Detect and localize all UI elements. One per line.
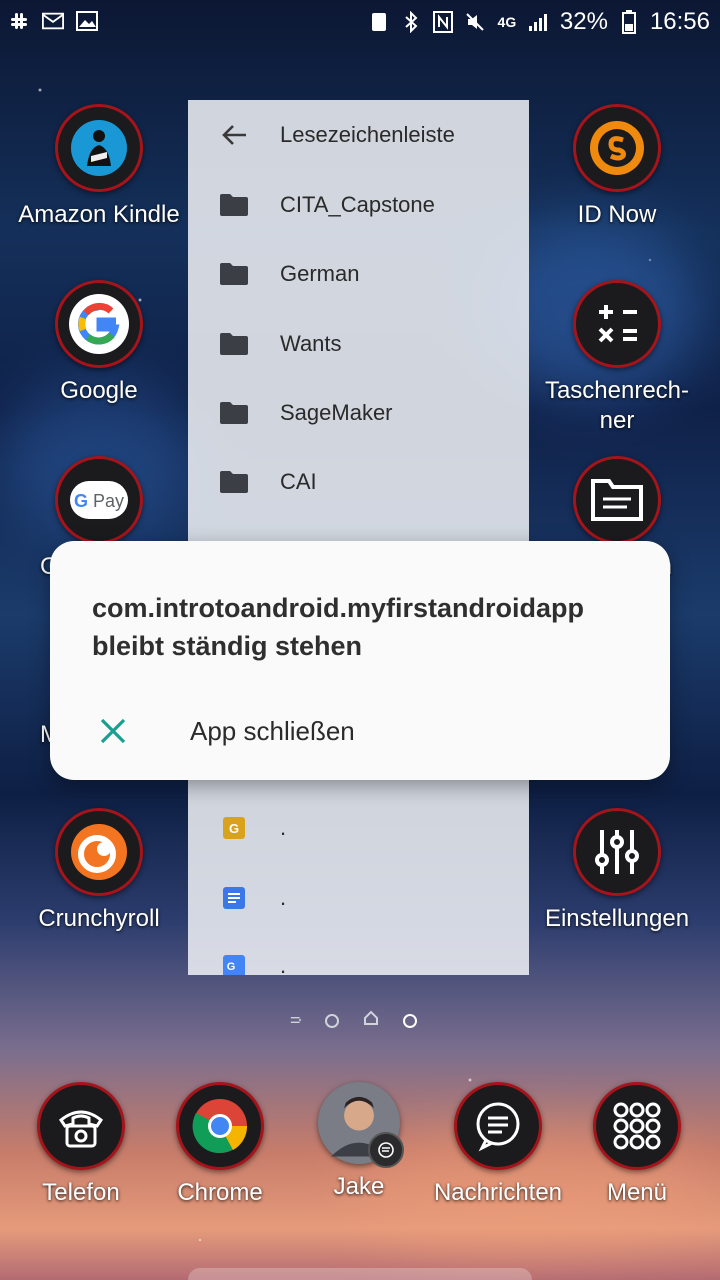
settings-icon xyxy=(573,808,661,896)
close-app-label: App schließen xyxy=(190,715,355,746)
folder-icon xyxy=(188,193,280,217)
contact-avatar xyxy=(318,1082,404,1168)
folder-icon xyxy=(188,332,280,356)
soundhound-icon xyxy=(573,104,661,192)
bookmark-folder[interactable]: SageMaker xyxy=(188,383,529,443)
app-settings[interactable]: Einstellungen xyxy=(532,808,702,934)
kindle-icon xyxy=(55,104,143,192)
google-icon xyxy=(55,280,143,368)
calculator-icon xyxy=(573,280,661,368)
gpay-icon: G Pay xyxy=(55,456,143,544)
dialog-title: com.introtoandroid.myfirstandroidapp ble… xyxy=(92,593,585,661)
bluetooth-icon xyxy=(400,11,422,33)
battery-percent: 32% xyxy=(559,8,608,35)
app-crunchyroll[interactable]: Crunchyroll xyxy=(14,808,184,934)
folder-label: Wants xyxy=(280,331,342,356)
bookmark-folder[interactable]: Wants xyxy=(188,314,529,374)
app-menu-icon xyxy=(593,1082,681,1170)
app-amazon-kindle[interactable]: Amazon Kindle xyxy=(14,104,184,230)
nfc-icon xyxy=(432,11,454,33)
bookmark-folder[interactable]: German xyxy=(188,244,529,304)
bookmark-folder[interactable]: CAI xyxy=(188,452,529,512)
folder-label: CAI xyxy=(280,469,317,494)
folder-icon xyxy=(188,401,280,425)
google-site-favicon: G xyxy=(188,817,280,839)
page-dot[interactable] xyxy=(324,1013,339,1028)
page-dot-active[interactable] xyxy=(402,1013,417,1028)
slack-notification-icon xyxy=(8,10,30,32)
network-4g-icon: 4G xyxy=(497,14,517,30)
chrome-icon xyxy=(176,1082,264,1170)
app-label: Crunchyroll xyxy=(38,905,160,932)
back-arrow-icon[interactable] xyxy=(188,123,280,147)
google-docs-favicon xyxy=(188,887,280,909)
page-list-icon[interactable]: = xyxy=(290,1010,301,1031)
gallery-notification-icon xyxy=(76,10,98,32)
bookmark-item[interactable]: G . xyxy=(188,936,529,975)
bookmark-item[interactable]: G . xyxy=(188,798,529,858)
app-label: Amazon Kindle xyxy=(18,201,180,228)
messages-icon xyxy=(454,1082,542,1170)
app-not-responding-dialog: com.introtoandroid.myfirstandroidapp ble… xyxy=(50,541,670,780)
bookmarks-header: Lesezeichenleiste xyxy=(188,105,529,165)
recycle-icon xyxy=(368,11,390,33)
google-translate-favicon: G xyxy=(188,955,280,975)
crunchyroll-icon xyxy=(55,808,143,896)
folder-label: SageMaker xyxy=(280,400,393,425)
app-google[interactable]: Google xyxy=(14,280,184,406)
close-app-button[interactable]: App schließen xyxy=(50,701,670,761)
status-bar: 4G 32% 16:56 xyxy=(0,0,720,46)
close-icon xyxy=(50,717,176,745)
gmail-notification-icon xyxy=(42,10,64,32)
files-icon xyxy=(573,456,661,544)
svg-text:G: G xyxy=(227,961,236,973)
bookmark-item[interactable]: . xyxy=(188,868,529,928)
bookmark-folder[interactable]: CITA_Capstone xyxy=(188,175,529,235)
app-calculator[interactable]: Taschenrech- ner xyxy=(532,280,702,436)
phone-icon xyxy=(37,1082,125,1170)
svg-text:G: G xyxy=(229,821,239,836)
app-label: Menü xyxy=(606,1179,668,1206)
app-label: Google xyxy=(60,377,138,404)
folder-icon xyxy=(188,262,280,286)
folder-icon xyxy=(188,470,280,494)
chat-badge-icon xyxy=(368,1132,404,1168)
battery-icon xyxy=(618,10,640,34)
bookmark-label: . xyxy=(280,885,287,910)
mute-icon xyxy=(464,11,486,33)
folder-label: CITA_Capstone xyxy=(280,192,435,217)
bookmarks-title: Lesezeichenleiste xyxy=(280,122,455,147)
svg-text:G Pay: G Pay xyxy=(74,491,124,511)
signal-icon xyxy=(528,11,550,33)
app-id-now[interactable]: ID Now xyxy=(532,104,702,230)
bookmarks-panel: Lesezeichenleiste CITA_Capstone German W… xyxy=(188,100,529,975)
bookmark-label: . xyxy=(280,953,287,975)
home-page-icon[interactable] xyxy=(363,1010,379,1031)
app-drawer-menu[interactable]: Menü xyxy=(552,1082,720,1208)
page-indicator: = xyxy=(290,1010,417,1031)
app-label: Taschenrech- ner xyxy=(544,377,690,434)
app-label: ID Now xyxy=(577,201,657,228)
folder-label: German xyxy=(280,261,360,286)
bookmark-label: . xyxy=(280,815,287,840)
clock: 16:56 xyxy=(649,8,710,35)
app-label: Einstellungen xyxy=(544,905,690,932)
bottom-handle xyxy=(188,1268,532,1280)
